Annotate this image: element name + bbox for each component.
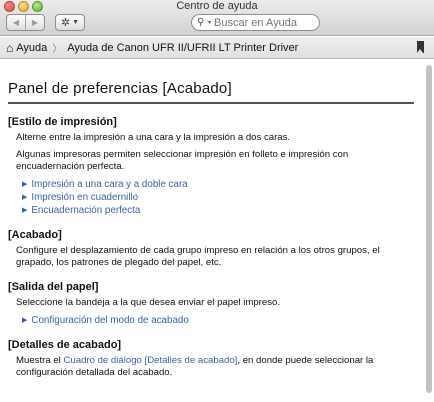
- breadcrumb-current[interactable]: Ayuda de Canon UFR II/UFRII LT Printer D…: [67, 42, 298, 54]
- search-options-chevron-icon[interactable]: ▾: [208, 19, 211, 26]
- section-salida-papel: [Salida del papel] Seleccione la bandeja…: [8, 281, 414, 327]
- section-text: Alterne entre la impresión a una cara y …: [16, 132, 291, 143]
- window-title: Centro de ayuda: [176, 0, 258, 12]
- link-text[interactable]: Encuadernación perfecta: [31, 205, 140, 216]
- bookmark-icon[interactable]: [417, 41, 424, 53]
- link-item[interactable]: ▶ Configuración del modo de acabado: [22, 314, 414, 327]
- link-item[interactable]: ▶ Impresión a una cara y a doble cara: [22, 178, 414, 191]
- section-heading: [Salida del papel]: [8, 281, 99, 293]
- page-title: Panel de preferencias [Acabado]: [8, 80, 232, 97]
- text-before-link: Muestra el: [16, 355, 64, 366]
- gear-icon: ✲: [60, 17, 71, 29]
- link-arrow-icon: ▶: [22, 207, 28, 214]
- section-heading: [Detalles de acabado]: [8, 339, 122, 351]
- section-text: Seleccione la bandeja a la que desea env…: [16, 297, 281, 308]
- section-text: Configure el desplazamiento de cada grup…: [16, 245, 380, 268]
- section-estilo-impresion: [Estilo de impresión] Alterne entre la i…: [8, 116, 414, 217]
- breadcrumb: ⌂ Ayuda 〉 Ayuda de Canon UFR II/UFRII LT…: [0, 37, 434, 59]
- section-heading: [Acabado]: [8, 229, 62, 241]
- section-text: Algunas impresoras permiten seleccionar …: [16, 149, 349, 172]
- search-field[interactable]: ⚲ ▾: [191, 14, 320, 31]
- window-toolbar: Centro de ayuda ◀ ▶ ✲ ▼ ⚲ ▾: [0, 0, 434, 36]
- back-arrow-icon: ◀: [12, 18, 20, 27]
- navigation-buttons: ◀ ▶: [6, 14, 45, 31]
- forward-button[interactable]: ▶: [26, 15, 44, 30]
- link-arrow-icon: ▶: [22, 317, 28, 324]
- section-heading: [Estilo de impresión]: [8, 116, 117, 128]
- link-item[interactable]: ▶ Impresión en cuadernillo: [22, 191, 414, 204]
- link-arrow-icon: ▶: [22, 194, 28, 201]
- section-text: Muestra el Cuadro de diálogo [Detalles d…: [16, 355, 414, 379]
- search-input[interactable]: [214, 16, 315, 29]
- scrollbar-thumb[interactable]: [426, 65, 432, 393]
- section-detalles-acabado: [Detalles de acabado] Muestra el Cuadro …: [8, 339, 414, 379]
- action-menu-button[interactable]: ✲ ▼: [55, 14, 85, 31]
- link-item[interactable]: ▶ Encuadernación perfecta: [22, 204, 414, 217]
- help-content: Panel de preferencias [Acabado] [Estilo …: [0, 60, 422, 402]
- inline-link[interactable]: Cuadro de diálogo [Detalles de acabado]: [63, 355, 237, 366]
- vertical-scrollbar[interactable]: [423, 60, 434, 402]
- breadcrumb-separator-icon: 〉: [52, 44, 63, 55]
- section-acabado: [Acabado] Configure el desplazamiento de…: [8, 229, 414, 269]
- link-text[interactable]: Impresión en cuadernillo: [31, 192, 138, 203]
- link-arrow-icon: ▶: [22, 181, 28, 188]
- home-icon[interactable]: ⌂: [6, 41, 13, 55]
- title-divider: [8, 102, 414, 104]
- link-list: ▶ Impresión a una cara y a doble cara ▶ Im…: [22, 178, 414, 217]
- search-icon: ⚲: [197, 17, 205, 28]
- breadcrumb-home[interactable]: Ayuda: [16, 42, 47, 54]
- link-text[interactable]: Configuración del modo de acabado: [31, 315, 188, 326]
- chevron-down-icon: ▼: [72, 19, 80, 26]
- back-button[interactable]: ◀: [7, 15, 26, 30]
- forward-arrow-icon: ▶: [31, 18, 39, 27]
- link-text[interactable]: Impresión a una cara y a doble cara: [31, 179, 187, 190]
- link-list: ▶ Configuración del modo de acabado: [22, 314, 414, 327]
